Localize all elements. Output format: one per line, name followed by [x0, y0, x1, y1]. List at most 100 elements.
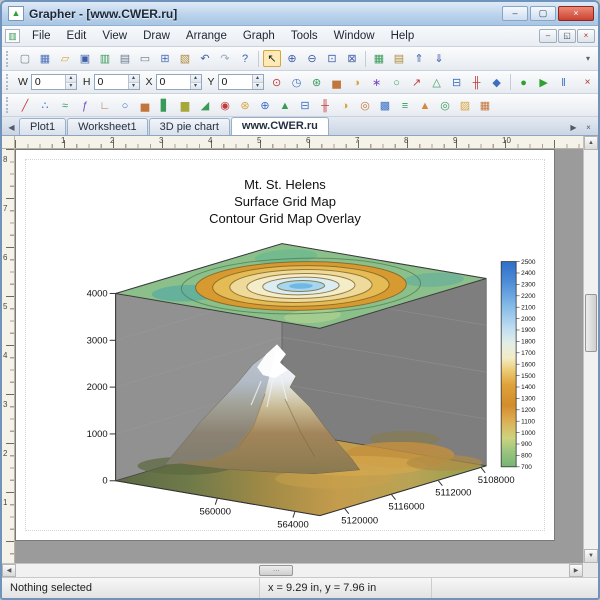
play-icon[interactable]: ▶: [535, 74, 553, 91]
undo-icon[interactable]: ↶: [196, 50, 214, 67]
polar-plot-icon[interactable]: ◉: [216, 97, 234, 114]
histogram-graph-icon[interactable]: ▆: [176, 97, 194, 114]
y-input[interactable]: 0▴▾: [218, 74, 264, 90]
open-icon[interactable]: ▱: [56, 50, 74, 67]
h-input[interactable]: 0▴▾: [94, 74, 140, 90]
toolbar-grip[interactable]: [6, 74, 11, 90]
x-input[interactable]: 0▴▾: [156, 74, 202, 90]
pause-icon[interactable]: ‖: [555, 74, 573, 91]
zoom-page-icon[interactable]: ⊠: [343, 50, 361, 67]
drawing-canvas[interactable]: Mt. St. Helens Surface Grid Map Contour …: [15, 149, 583, 563]
object-manager-icon[interactable]: ▤: [390, 50, 408, 67]
floating-bar-graph-icon[interactable]: ▋: [156, 97, 174, 114]
child-minimize-button[interactable]: –: [539, 29, 557, 43]
menu-tools[interactable]: Tools: [283, 26, 326, 46]
grid-map-icon[interactable]: ▦: [476, 97, 494, 114]
minimize-button[interactable]: –: [502, 6, 528, 21]
box-whisker-icon[interactable]: ⊟: [296, 97, 314, 114]
h-stepper-up[interactable]: ▴: [129, 75, 139, 83]
vertical-scroll-thumb[interactable]: [585, 294, 597, 352]
hi-low-close-icon[interactable]: ╫: [316, 97, 334, 114]
pie-graph-icon[interactable]: ◑: [336, 97, 354, 114]
close-toolbar-button[interactable]: ×: [580, 74, 595, 91]
scatter-graph-icon[interactable]: ∴: [36, 97, 54, 114]
child-close-button[interactable]: ×: [577, 29, 595, 43]
surface-3d-graph-icon[interactable]: ▲: [416, 97, 434, 114]
tab-worksheet1[interactable]: Worksheet1: [67, 118, 148, 135]
horizontal-scroll-thumb[interactable]: ⋯: [259, 565, 293, 576]
pie-chart-icon[interactable]: ◑: [348, 74, 366, 91]
ternary-plot-icon[interactable]: △: [428, 74, 446, 91]
print-preview-icon[interactable]: ▭: [136, 50, 154, 67]
new-worksheet-icon[interactable]: ▦: [36, 50, 54, 67]
surface-map-icon[interactable]: ▨: [456, 97, 474, 114]
titlebar[interactable]: ▲ Grapher - [www.CWER.ru] – ▢ ×: [2, 2, 598, 26]
export-icon[interactable]: ▥: [96, 50, 114, 67]
step-graph-icon[interactable]: ∟: [96, 97, 114, 114]
toolbar-overflow-button[interactable]: ▾: [581, 50, 595, 67]
vertical-scrollbar[interactable]: ▲ ▼: [583, 136, 598, 563]
bubble-chart-icon[interactable]: ○: [388, 74, 406, 91]
worksheet-grid-icon[interactable]: ▦: [370, 50, 388, 67]
w-input[interactable]: 0▴▾: [31, 74, 77, 90]
x-stepper-down[interactable]: ▾: [191, 83, 201, 90]
doughnut-graph-icon[interactable]: ◎: [356, 97, 374, 114]
maximize-button[interactable]: ▢: [530, 6, 556, 21]
bubble-graph-icon[interactable]: ○: [116, 97, 134, 114]
w-stepper-down[interactable]: ▾: [66, 83, 76, 90]
zoom-out-icon[interactable]: ⊖: [303, 50, 321, 67]
horizontal-scroll-track[interactable]: ⋯: [16, 564, 569, 577]
radar-graph-icon[interactable]: ∗: [368, 74, 386, 91]
contour-map-icon[interactable]: ◎: [436, 97, 454, 114]
w-stepper-up[interactable]: ▴: [66, 75, 76, 83]
vector-plot-icon[interactable]: ↗: [408, 74, 426, 91]
menu-file[interactable]: File: [24, 26, 59, 46]
scroll-left-arrow[interactable]: ◀: [2, 564, 16, 577]
paste-icon[interactable]: ▧: [176, 50, 194, 67]
area-graph-icon[interactable]: ◢: [196, 97, 214, 114]
function-graph-icon[interactable]: ƒ: [76, 97, 94, 114]
next-view-icon[interactable]: ⇓: [430, 50, 448, 67]
menu-draw[interactable]: Draw: [135, 26, 178, 46]
select-arrow-icon[interactable]: ↖: [263, 50, 281, 67]
redo-icon[interactable]: ↷: [216, 50, 234, 67]
rose-graph-icon[interactable]: ⊛: [308, 74, 326, 91]
menu-window[interactable]: Window: [326, 26, 383, 46]
ternary-diagram-icon[interactable]: ▲: [276, 97, 294, 114]
copy-icon[interactable]: ⊞: [156, 50, 174, 67]
hi-low-plot-icon[interactable]: ╫: [468, 74, 486, 91]
h-stepper-down[interactable]: ▾: [129, 83, 139, 90]
previous-view-icon[interactable]: ⇑: [410, 50, 428, 67]
tab-scroll-left-button[interactable]: ◀: [4, 120, 19, 135]
tab-3d-pie-chart[interactable]: 3D pie chart: [149, 118, 230, 135]
zoom-window-icon[interactable]: ⊡: [323, 50, 341, 67]
tab-www-cwer-ru[interactable]: www.CWER.ru: [231, 117, 329, 135]
y-stepper-down[interactable]: ▾: [253, 83, 263, 90]
line-graph-icon[interactable]: ╱: [16, 97, 34, 114]
scroll-right-arrow[interactable]: ▶: [569, 564, 583, 577]
tab-close-button[interactable]: ×: [581, 120, 596, 135]
tab-scroll-right-button[interactable]: ▶: [566, 120, 581, 135]
vertical-scroll-track[interactable]: [584, 150, 598, 549]
bar-3d-graph-icon[interactable]: ▩: [376, 97, 394, 114]
rose-diagram-icon[interactable]: ⊛: [236, 97, 254, 114]
ribbon-3d-graph-icon[interactable]: ≡: [396, 97, 414, 114]
save-icon[interactable]: ▣: [76, 50, 94, 67]
scroll-up-arrow[interactable]: ▲: [584, 136, 598, 150]
clock-graph-icon[interactable]: ◷: [288, 74, 306, 91]
bar-chart-icon[interactable]: ▅: [328, 74, 346, 91]
menu-arrange[interactable]: Arrange: [178, 26, 235, 46]
stiff-plot-icon[interactable]: ◆: [488, 74, 506, 91]
context-help-icon[interactable]: ?: [236, 50, 254, 67]
horizontal-scrollbar[interactable]: ◀ ⋯ ▶: [2, 563, 583, 577]
child-restore-button[interactable]: ◱: [558, 29, 576, 43]
menu-view[interactable]: View: [94, 26, 135, 46]
wind-chart-icon[interactable]: ⊕: [256, 97, 274, 114]
x-stepper-up[interactable]: ▴: [191, 75, 201, 83]
menu-edit[interactable]: Edit: [59, 26, 95, 46]
box-plot-icon[interactable]: ⊟: [448, 74, 466, 91]
ellipse-tool-icon[interactable]: ●: [515, 74, 533, 91]
tab-plot1[interactable]: Plot1: [19, 118, 66, 135]
toolbar-grip[interactable]: [6, 97, 11, 113]
polar-graph-icon[interactable]: ⊙: [268, 74, 286, 91]
